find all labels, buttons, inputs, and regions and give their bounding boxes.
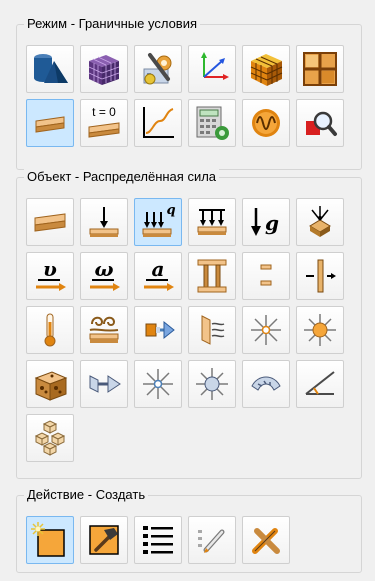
mode-toolbar: t = 0 [26,45,344,147]
list-icon [143,526,173,554]
results-graph-icon [143,107,174,138]
initial-conditions-icon: t = 0 [88,105,120,138]
light-source-icon [143,369,173,399]
properties-edit-icon [198,529,225,553]
edit-hammer-button[interactable] [80,516,128,564]
temperature-icon [44,313,56,347]
angle-measure-button[interactable] [296,360,344,408]
link-icon [260,264,272,286]
physics-cube-icon [250,54,283,86]
axial-force-button[interactable] [296,252,344,300]
distributed-force-button[interactable]: q [134,198,182,246]
column-support-button[interactable] [188,252,236,300]
node-support-icon [309,206,331,237]
initial-conditions-button[interactable]: t = 0 [80,99,128,147]
point-force-icon [89,207,119,237]
light-source-button[interactable] [134,360,182,408]
results-graph-button[interactable] [134,99,182,147]
mode-group: Режим - Граничные условия t = 0 [16,16,362,170]
link-button[interactable] [242,252,290,300]
sun-source-button[interactable] [296,306,344,354]
convection-button[interactable] [134,306,182,354]
radiation-icon [201,315,225,345]
column-support-icon [197,259,227,293]
physics-cube-button[interactable] [242,45,290,93]
calculation-button[interactable] [188,99,236,147]
boundary-conditions-button[interactable] [26,99,74,147]
action-group: Действие - Создать [16,487,362,573]
search-results-button[interactable] [296,99,344,147]
materials-icon [143,53,172,85]
point-heat-source-button[interactable] [242,306,290,354]
object-toolbar: q g υ ω a [26,198,344,462]
gravity-icon: g [251,208,279,236]
velocity-icon: υ [36,257,66,291]
materials-button[interactable] [134,45,182,93]
sun-source-icon [304,314,336,346]
object-group: Объект - Распределённая сила q g υ ω a [16,169,362,479]
point-force-button[interactable] [80,198,128,246]
radiation-button[interactable] [188,306,236,354]
action-toolbar [26,516,344,564]
point-heat-source-icon [251,315,281,345]
convection-icon [145,320,175,340]
action-group-title: Действие - Создать [24,487,149,503]
coordinate-system-button[interactable] [188,45,236,93]
velocity-label: υ [43,257,57,281]
structure-grid-button[interactable] [296,45,344,93]
plate-load-icon [34,213,66,232]
velocity-button[interactable]: υ [26,252,74,300]
volume-heat-button[interactable] [26,360,74,408]
angle-measure-icon [305,371,335,395]
axial-force-icon [306,259,336,293]
edit-hammer-icon [89,525,119,555]
acceleration-button[interactable]: a [134,252,182,300]
create-button[interactable] [26,516,74,564]
waves-icon [252,109,280,137]
distributed-force-icon: q [142,203,176,237]
surface-pressure-button[interactable] [188,198,236,246]
object-group-title: Объект - Распределённая сила [24,169,220,185]
calculation-icon [196,106,229,140]
geometry-icon [34,54,68,83]
node-support-button[interactable] [296,198,344,246]
acceleration-label: a [152,257,165,281]
coordinate-system-icon [201,52,229,80]
flow-button[interactable] [80,360,128,408]
assembly-icon [34,420,66,456]
geometry-button[interactable] [26,45,74,93]
acceleration-icon: a [144,257,174,291]
gravity-button[interactable]: g [242,198,290,246]
surface-pressure-icon [197,209,227,235]
mode-group-title: Режим - Граничные условия [24,16,201,32]
temperature-button[interactable] [26,306,74,354]
gravity-label: g [265,211,279,235]
angular-velocity-icon: ω [90,257,120,291]
angular-velocity-label: ω [94,257,113,281]
create-icon [31,522,65,557]
plate-load-button[interactable] [26,198,74,246]
structure-grid-icon [303,52,337,86]
point-source-icon [196,368,228,400]
delete-tools-button[interactable] [242,516,290,564]
heat-flux-icon [89,316,119,343]
assembly-button[interactable] [26,414,74,462]
distributed-force-label: q [166,203,175,218]
angular-velocity-button[interactable]: ω [80,252,128,300]
list-button[interactable] [134,516,182,564]
flow-icon [89,375,121,393]
point-source-button[interactable] [188,360,236,408]
delete-tools-icon [252,528,280,554]
heat-flux-button[interactable] [80,306,128,354]
volume-heat-icon [34,371,68,401]
eye-symmetry-button[interactable] [242,360,290,408]
mesh-button[interactable] [80,45,128,93]
search-results-icon [306,111,337,136]
eye-symmetry-icon [251,376,281,391]
waves-button[interactable] [242,99,290,147]
initial-conditions-label: t = 0 [92,105,116,119]
boundary-conditions-icon [35,116,65,133]
properties-edit-button[interactable] [188,516,236,564]
mesh-icon [88,55,120,85]
